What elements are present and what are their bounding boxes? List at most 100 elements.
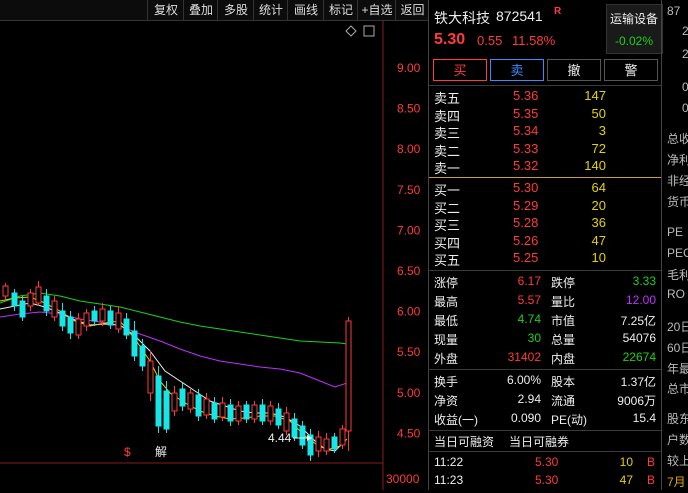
toolbar-back-button[interactable]: 返回 <box>395 0 429 20</box>
toolbar-duogu-button[interactable]: 多股 <box>217 0 254 20</box>
stat-neipan-value: 22674 <box>622 350 656 364</box>
edge-item: 总收 <box>667 132 688 146</box>
alert-button[interactable]: 警 <box>604 59 658 81</box>
candle-body <box>187 392 194 410</box>
candle-body <box>147 360 154 394</box>
stat-liutong-label: 流通 <box>551 394 576 408</box>
stat-high-label: 最高 <box>434 295 459 309</box>
price-axis-tick: 4.50 <box>397 426 421 440</box>
candle-body <box>283 412 290 432</box>
candle-body <box>259 404 266 422</box>
marker-s[interactable]: $ <box>124 445 131 459</box>
stat-neipan-label: 内盘 <box>551 352 576 366</box>
ma-purple-line <box>0 311 348 388</box>
candle-body <box>195 394 202 417</box>
toolbar-huaxian-button[interactable]: 画线 <box>287 0 324 20</box>
marker-jie[interactable]: 解 <box>155 445 167 459</box>
toolbar-fuquan-button[interactable]: 复权 <box>147 0 184 20</box>
edge-item: 0 <box>682 101 688 115</box>
stat-guben-value: 1.37亿 <box>620 375 656 389</box>
candle-body <box>19 300 26 318</box>
toolbar-tongji-button[interactable]: 统计 <box>253 0 288 20</box>
stock-name: 铁大科技 <box>434 10 490 26</box>
cancel-order-button[interactable]: 撤 <box>547 59 601 81</box>
stat-liangbi-label: 量比 <box>551 295 576 309</box>
candle-body <box>139 345 146 367</box>
sell-button[interactable]: 卖 <box>490 59 544 81</box>
price-axis-tick: 9.00 <box>397 61 421 75</box>
edge-item: 60日 <box>667 341 688 355</box>
toolbar-diejia-button[interactable]: 叠加 <box>183 0 218 20</box>
stat-low-label: 最低 <box>434 314 459 328</box>
stat-low-value: 4.74 <box>517 312 541 326</box>
edge-item: 毛利 <box>667 268 688 282</box>
square-icon[interactable] <box>363 25 375 37</box>
edge-item: 0 <box>682 80 688 94</box>
stat-waipan-value: 31402 <box>507 350 541 364</box>
stock-code: 872541 <box>496 8 543 24</box>
diamond-icon[interactable] <box>345 25 357 37</box>
edge-item: PEG <box>667 246 688 260</box>
candle-body <box>83 312 90 327</box>
candle-body <box>2 285 9 297</box>
stat-zongliang-label: 总量 <box>551 333 576 347</box>
margin-financing-label[interactable]: 当日可融资 <box>434 433 494 450</box>
price-axis-tick: 8.00 <box>397 142 421 156</box>
tick-price: 5.30 <box>535 455 559 469</box>
margin-short-label[interactable]: 当日可融券 <box>509 433 569 450</box>
stat-huanshou-value: 6.00% <box>506 373 541 387</box>
price-axis-tick: 6.50 <box>397 264 421 278</box>
candle-body <box>99 308 106 322</box>
order-book-volume: 50 <box>591 105 606 121</box>
order-book-price: 5.33 <box>513 140 539 156</box>
stat-guben-label: 股本 <box>551 375 576 389</box>
buy-button[interactable]: 买 <box>433 59 487 81</box>
order-book-price: 5.28 <box>513 215 539 231</box>
candle-body <box>123 318 130 336</box>
candle-body <box>75 318 82 336</box>
tick-time: 11:22 <box>434 455 464 469</box>
order-book-price: 5.32 <box>513 158 539 174</box>
candle-body <box>219 402 226 418</box>
order-book-volume: 47 <box>591 232 606 248</box>
order-book-label: 卖五 <box>434 91 461 106</box>
order-book-label: 买二 <box>434 200 461 216</box>
stat-jingzi-label: 净资 <box>434 394 459 408</box>
edge-item: 87 <box>667 4 681 18</box>
candle-body <box>67 316 74 334</box>
candle-body <box>155 375 162 427</box>
candle-body <box>275 408 282 426</box>
edge-item: 货币 <box>667 195 688 209</box>
price-axis-tick: 7.50 <box>397 183 421 197</box>
candle-body <box>59 310 66 327</box>
order-book-price: 5.25 <box>513 250 539 266</box>
stat-xianliang-label: 现量 <box>434 333 459 347</box>
toolbar-add-watchlist-button[interactable]: +自选 <box>357 0 396 20</box>
order-book-price: 5.26 <box>513 232 539 248</box>
quote-panel: 铁大科技 872541 R 运输设备 -0.02% 5.30 0.55 11.5… <box>429 0 663 490</box>
tick-time: 11:23 <box>434 473 464 487</box>
candle-body <box>43 295 50 312</box>
order-book-price: 5.34 <box>513 123 539 139</box>
kline-chart[interactable]: 9.00 8.50 8.00 7.50 7.00 6.50 6.00 5.50 5.00 4.50… <box>0 21 428 490</box>
sector-box[interactable]: 运输设备 -0.02% <box>606 4 663 54</box>
stat-zongliang-value: 54076 <box>622 331 656 345</box>
candle-body <box>27 292 34 307</box>
candle-body <box>163 390 170 430</box>
tick-volume: 10 <box>619 455 633 469</box>
stat-pe-label: PE(动) <box>551 413 588 427</box>
toolbar-biaoji-button[interactable]: 标记 <box>323 0 358 20</box>
candle-body <box>243 404 250 420</box>
order-book-label: 卖三 <box>434 126 461 142</box>
stat-liutong-value: 9006万 <box>617 394 656 408</box>
order-book-price: 5.29 <box>513 197 539 213</box>
tick-side: B <box>646 455 655 469</box>
stat-pe-value: 15.4 <box>632 411 656 425</box>
candle-body <box>315 436 322 452</box>
order-book-volume: 36 <box>591 215 606 231</box>
candle-body <box>35 286 42 304</box>
edge-item: 2 <box>682 47 688 61</box>
stock-tag: R <box>554 6 562 17</box>
edge-item: 总市 <box>667 382 688 396</box>
price-change: 0.55 <box>477 33 503 48</box>
